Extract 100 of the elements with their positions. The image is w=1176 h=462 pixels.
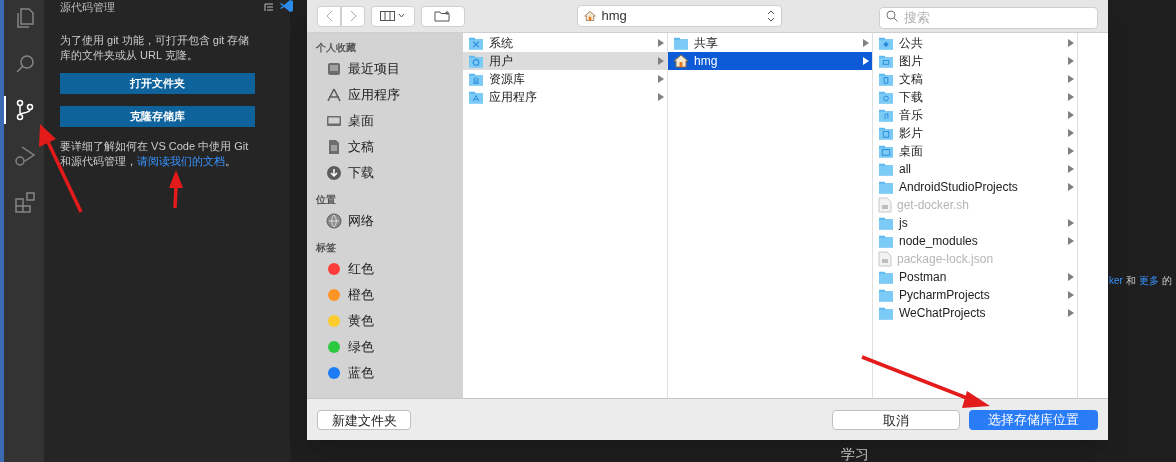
- link[interactable]: ker: [1109, 273, 1123, 288]
- folder-icon: [878, 288, 894, 302]
- sidebar-item[interactable]: 下载: [316, 160, 463, 186]
- disclosure-icon: [863, 57, 869, 65]
- file-row[interactable]: PycharmProjects: [873, 286, 1077, 304]
- docs-link[interactable]: 请阅读我们的文档: [137, 155, 225, 167]
- file-row[interactable]: 音乐: [873, 106, 1077, 124]
- folder-icon: [878, 36, 894, 50]
- section-heading: 学习: [841, 445, 869, 462]
- home-icon: [583, 10, 596, 22]
- disclosure-icon: [1068, 309, 1074, 317]
- disclosure-icon: [1068, 57, 1074, 65]
- sidebar-item[interactable]: 绿色: [316, 334, 463, 360]
- tray-icon: [326, 61, 342, 77]
- file-row[interactable]: node_modules: [873, 232, 1077, 250]
- apps-icon: [326, 87, 342, 103]
- disclosure-icon: [1068, 183, 1074, 191]
- folder-icon: [878, 72, 894, 86]
- help-text: 要详细了解如何在 VS Code 中使用 Git 和源代码管理，请阅读我们的文档。: [60, 139, 250, 169]
- folder-plus-icon: [434, 10, 452, 22]
- search-field[interactable]: 搜索: [879, 6, 1098, 29]
- sidebar-item[interactable]: 蓝色: [316, 360, 463, 386]
- disclosure-icon: [658, 75, 664, 83]
- forward-button[interactable]: [341, 5, 365, 27]
- folder-icon: [878, 270, 894, 284]
- list-icon: [264, 2, 274, 12]
- file-row[interactable]: 公共: [873, 34, 1077, 52]
- desktop-icon: [326, 113, 342, 129]
- chevron-left-icon: [325, 10, 333, 22]
- sidebar-item[interactable]: 红色: [316, 256, 463, 282]
- sidebar-item[interactable]: 应用程序: [316, 82, 463, 108]
- intro-text: 为了使用 git 功能，可打开包含 git 存储库的文件夹或从 URL 克隆。: [60, 33, 251, 63]
- file-row[interactable]: 资源库: [463, 70, 667, 88]
- file-row[interactable]: Postman: [873, 268, 1077, 286]
- back-button[interactable]: [317, 5, 341, 27]
- panel-title: 源代码管理: [60, 1, 115, 13]
- folder-icon: [878, 234, 894, 248]
- sidebar-item[interactable]: 橙色: [316, 282, 463, 308]
- file-row[interactable]: 影片: [873, 124, 1077, 142]
- sidebar-item[interactable]: 文稿: [316, 134, 463, 160]
- folder-icon: [878, 108, 894, 122]
- file-row[interactable]: WeChatProjects: [873, 304, 1077, 322]
- folder-icon: [878, 216, 894, 230]
- clone-button[interactable]: 克隆存储库: [60, 106, 255, 127]
- disclosure-icon: [863, 39, 869, 47]
- file-row[interactable]: 文稿: [873, 70, 1077, 88]
- sidebar-item[interactable]: 桌面: [316, 108, 463, 134]
- link[interactable]: 更多: [1138, 273, 1159, 288]
- file-row[interactable]: 图片: [873, 52, 1077, 70]
- disclosure-icon: [1068, 273, 1074, 281]
- location-dropdown[interactable]: hmg: [576, 5, 782, 27]
- disclosure-icon: [1068, 39, 1074, 47]
- open-folder-button[interactable]: 打开文件夹: [60, 73, 255, 94]
- columns-icon: [380, 11, 406, 21]
- disclosure-icon: [658, 93, 664, 101]
- editor-text: 和: [1125, 274, 1136, 288]
- vscode-logo-icon: [280, 0, 294, 12]
- file-row[interactable]: AndroidStudioProjects: [873, 178, 1077, 196]
- file-row[interactable]: 应用程序: [463, 88, 667, 106]
- globe-icon: [326, 213, 342, 229]
- chevron-right-icon: [349, 10, 357, 22]
- disclosure-icon: [1068, 165, 1074, 173]
- file-row[interactable]: 桌面: [873, 142, 1077, 160]
- folder-icon: [468, 54, 484, 68]
- confirm-button[interactable]: 选择存储库位置: [969, 409, 1098, 430]
- home-icon: [673, 53, 689, 69]
- sidebar-item[interactable]: 网络: [316, 208, 463, 234]
- file-row[interactable]: 共享: [668, 34, 872, 52]
- folder-icon: [878, 162, 894, 176]
- file-row[interactable]: 下载: [873, 88, 1077, 106]
- location-label: hmg: [601, 7, 628, 26]
- folder-icon: [878, 54, 894, 68]
- view-mode-button[interactable]: [371, 5, 415, 27]
- file-row[interactable]: hmg: [668, 52, 872, 70]
- new-folder-toolbar-button[interactable]: [421, 5, 465, 27]
- folder-icon: [878, 144, 894, 158]
- search-icon: [886, 10, 898, 22]
- sidebar-item[interactable]: 黄色: [316, 308, 463, 334]
- file-row[interactable]: 用户: [463, 52, 667, 70]
- file-row[interactable]: js: [873, 214, 1077, 232]
- annotation-arrow: [169, 170, 183, 209]
- new-folder-button[interactable]: 新建文件夹: [317, 409, 411, 430]
- folder-icon: [468, 72, 484, 86]
- editor-text: 的: [1161, 274, 1172, 288]
- disclosure-icon: [1068, 219, 1074, 227]
- document-icon: [326, 139, 342, 155]
- disclosure-icon: [1068, 147, 1074, 155]
- run-debug-icon: [13, 144, 37, 168]
- file-row[interactable]: all: [873, 160, 1077, 178]
- updown-icon: [766, 10, 775, 22]
- cancel-button[interactable]: 取消: [832, 409, 960, 430]
- disclosure-icon: [658, 57, 664, 65]
- folder-icon: [468, 36, 484, 50]
- file-row[interactable]: 系统: [463, 34, 667, 52]
- folder-icon: [878, 126, 894, 140]
- file-icon: [878, 251, 892, 267]
- sidebar-item[interactable]: 最近项目: [316, 56, 463, 82]
- download-icon: [326, 165, 342, 181]
- disclosure-icon: [1068, 75, 1074, 83]
- folder-icon: [468, 90, 484, 104]
